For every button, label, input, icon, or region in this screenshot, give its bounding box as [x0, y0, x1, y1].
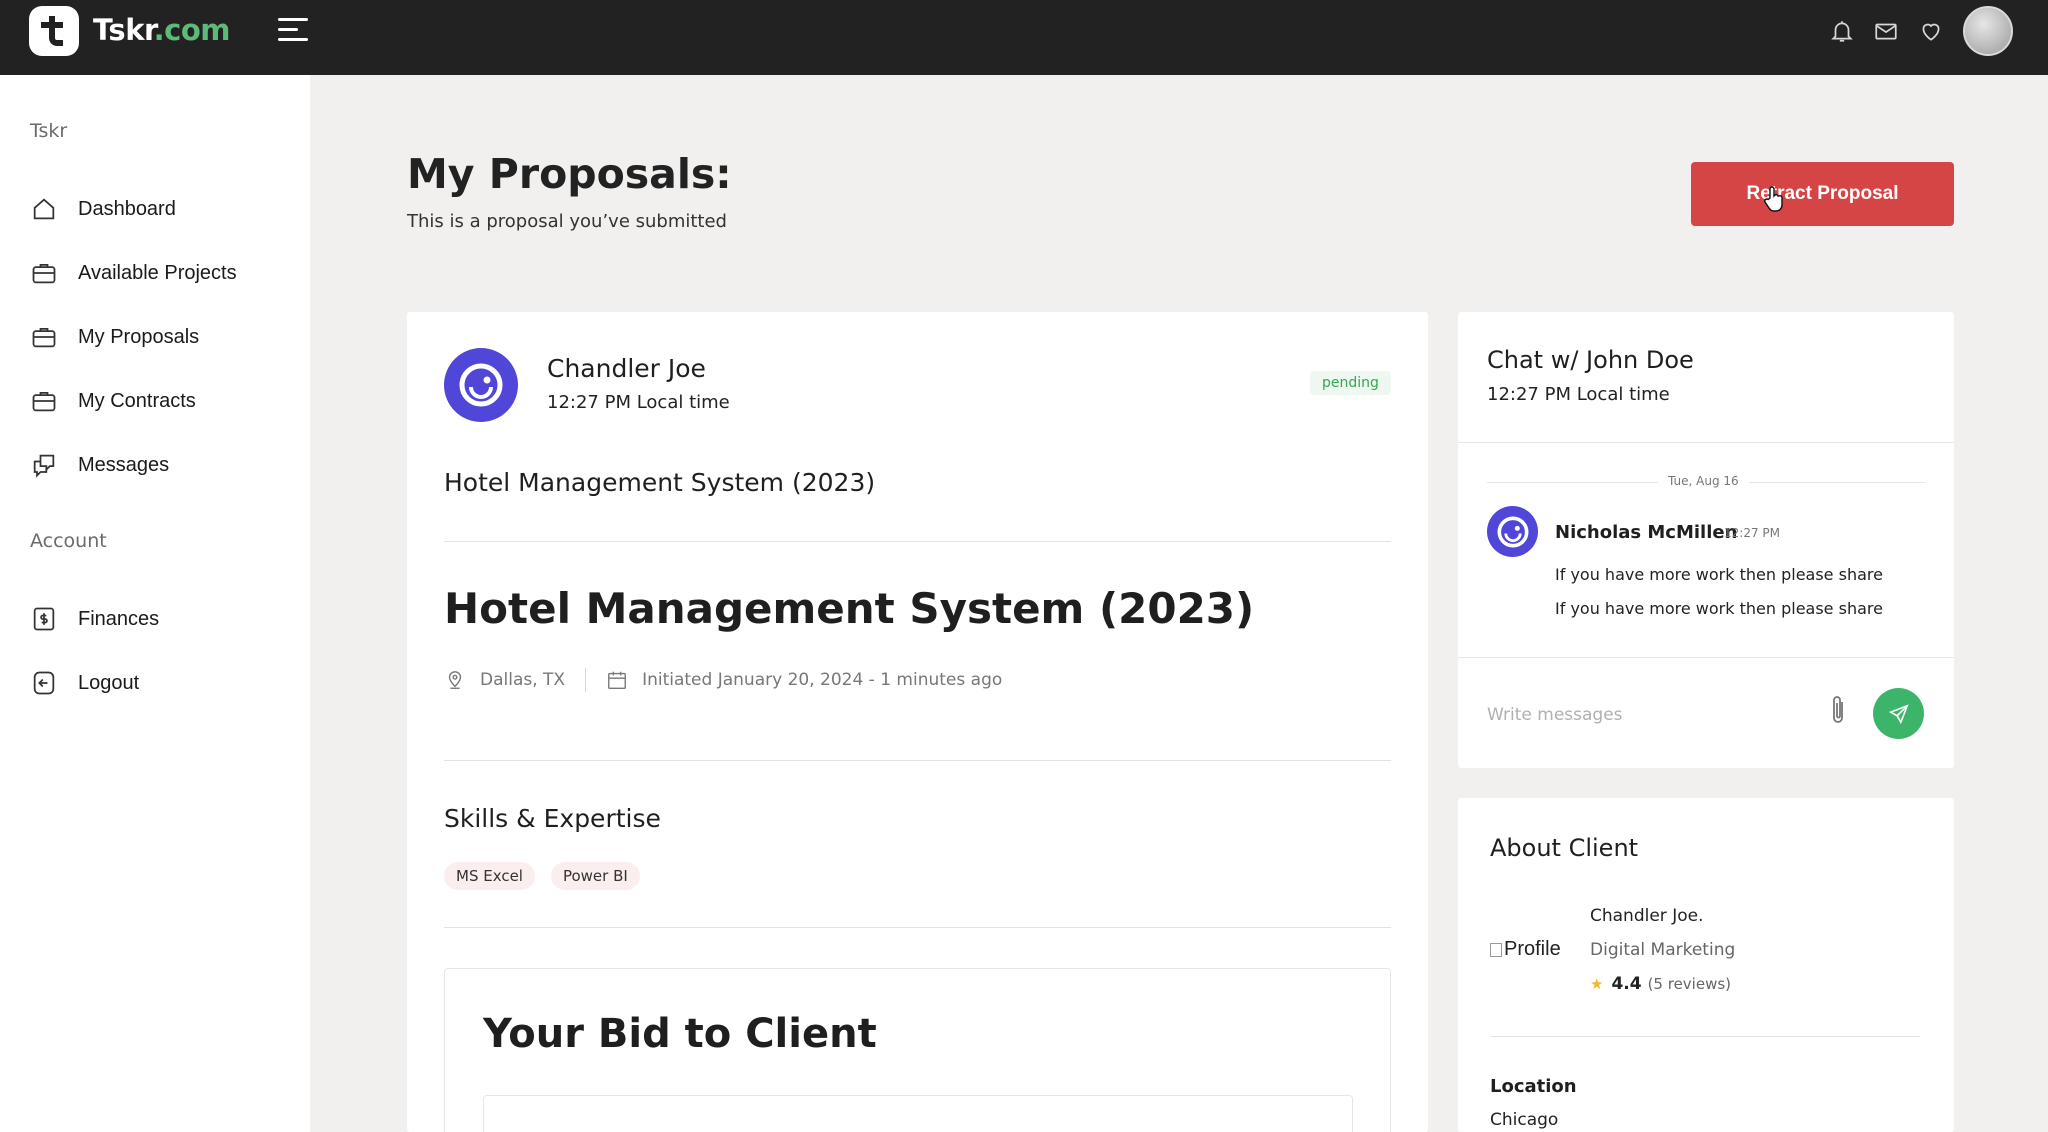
- dollar-icon: [33, 607, 55, 631]
- heart-icon[interactable]: [1916, 16, 1946, 46]
- divider: [444, 760, 1391, 761]
- project-location: Dallas, TX: [480, 670, 566, 690]
- client-rating: ★ 4.4 (5 reviews): [1590, 974, 1731, 994]
- divider: [1458, 657, 1954, 658]
- sidebar-section-title: Account: [30, 530, 107, 552]
- briefcase-icon: [32, 391, 56, 412]
- sender-name: Nicholas McMillen: [1555, 522, 1738, 543]
- home-icon: [33, 198, 55, 220]
- hand-cursor-icon: [1764, 186, 1783, 212]
- sidebar-item-label: My Contracts: [78, 389, 196, 412]
- divider: [444, 541, 1391, 542]
- sidebar-item-logout[interactable]: Logout: [30, 663, 290, 703]
- client-avatar: [444, 348, 518, 422]
- bid-heading: Your Bid to Client: [483, 1011, 877, 1057]
- about-client-panel: About Client Profile Chandler Joe. Digit…: [1458, 798, 1954, 1132]
- location-value: Chicago: [1490, 1110, 1559, 1130]
- sidebar-item-label: Dashboard: [78, 197, 176, 220]
- bell-icon[interactable]: [1827, 16, 1857, 46]
- page-subtitle: This is a proposal you’ve submitted: [407, 211, 727, 232]
- skill-tags: MS Excel Power BI: [444, 862, 640, 890]
- sidebar-item-label: Messages: [78, 453, 170, 476]
- divider: [1458, 442, 1954, 443]
- menu-icon[interactable]: [278, 18, 308, 46]
- skill-tag: Power BI: [550, 862, 640, 890]
- sidebar-item-available-projects[interactable]: Available Projects: [30, 253, 290, 293]
- status-badge: pending: [1310, 371, 1391, 395]
- project-title-small: Hotel Management System (2023): [444, 468, 876, 497]
- project-title: Hotel Management System (2023): [444, 584, 1255, 633]
- bid-detail-box: [483, 1095, 1353, 1132]
- message-input[interactable]: [1487, 697, 1797, 733]
- send-icon: [1888, 703, 1909, 724]
- proposal-card: Chandler Joe 12:27 PM Local time pending…: [407, 312, 1428, 1132]
- briefcase-icon: [32, 263, 56, 284]
- sidebar-item-label: Logout: [78, 671, 140, 694]
- chat-title: Chat w/ John Doe: [1487, 346, 1694, 374]
- skills-heading: Skills & Expertise: [444, 804, 661, 833]
- sidebar-item-my-contracts[interactable]: My Contracts: [30, 381, 290, 421]
- client-profile-image: Profile: [1490, 938, 1561, 961]
- review-count: (5 reviews): [1647, 975, 1732, 993]
- location-pin-icon: [448, 671, 462, 689]
- sidebar-item-label: Available Projects: [78, 261, 237, 284]
- location-label: Location: [1490, 1076, 1577, 1097]
- sender-avatar: [1487, 506, 1538, 557]
- sidebar-item-messages[interactable]: Messages: [30, 445, 290, 485]
- logout-icon: [33, 671, 55, 695]
- date-divider: Tue, Aug 16: [1658, 474, 1749, 488]
- calendar-icon: [608, 671, 627, 689]
- sidebar: Tskr Dashboard Available Projects My Pro…: [0, 75, 310, 1132]
- top-bar: Tskr.com: [0, 0, 2048, 75]
- sidebar-item-finances[interactable]: Finances: [30, 599, 290, 639]
- user-avatar[interactable]: [1963, 6, 2013, 56]
- project-initiated: Initiated January 20, 2024 - 1 minutes a…: [642, 670, 1003, 690]
- sidebar-item-my-proposals[interactable]: My Proposals: [30, 317, 290, 357]
- about-client-role: Digital Marketing: [1590, 940, 1736, 960]
- mail-icon[interactable]: [1871, 16, 1901, 46]
- sidebar-item-label: My Proposals: [78, 325, 200, 348]
- logo-icon[interactable]: [29, 6, 79, 56]
- divider: [444, 927, 1391, 928]
- paperclip-icon[interactable]: [1826, 692, 1850, 728]
- page-title: My Proposals:: [407, 150, 732, 198]
- bid-section: Your Bid to Client: [444, 968, 1391, 1132]
- rating-value: 4.4: [1611, 974, 1642, 994]
- client-local-time: 12:27 PM Local time: [547, 392, 730, 413]
- chat-panel: Chat w/ John Doe 12:27 PM Local time Tue…: [1458, 312, 1954, 768]
- about-client-heading: About Client: [1490, 834, 1639, 862]
- send-button[interactable]: [1873, 688, 1924, 739]
- skill-tag: MS Excel: [444, 862, 535, 890]
- retract-proposal-button[interactable]: Retract Proposal: [1691, 162, 1954, 226]
- star-icon: ★: [1590, 975, 1604, 993]
- chat-message: If you have more work then please share: [1555, 565, 1883, 584]
- sidebar-section-title: Tskr: [30, 120, 68, 142]
- logo-text[interactable]: Tskr.com: [93, 13, 231, 47]
- divider: [1490, 1036, 1920, 1037]
- message-time: 12:27 PM: [1724, 526, 1780, 540]
- chat-local-time: 12:27 PM Local time: [1487, 384, 1670, 405]
- client-name: Chandler Joe: [547, 354, 706, 383]
- sidebar-item-dashboard[interactable]: Dashboard: [30, 189, 290, 229]
- chat-icon: [33, 454, 55, 478]
- briefcase-icon: [32, 327, 56, 348]
- project-meta: Dallas, TX Initiated January 20, 2024 - …: [444, 668, 1002, 692]
- chat-message: If you have more work then please share: [1555, 599, 1883, 618]
- sidebar-item-label: Finances: [78, 607, 160, 630]
- about-client-name: Chandler Joe.: [1590, 906, 1704, 926]
